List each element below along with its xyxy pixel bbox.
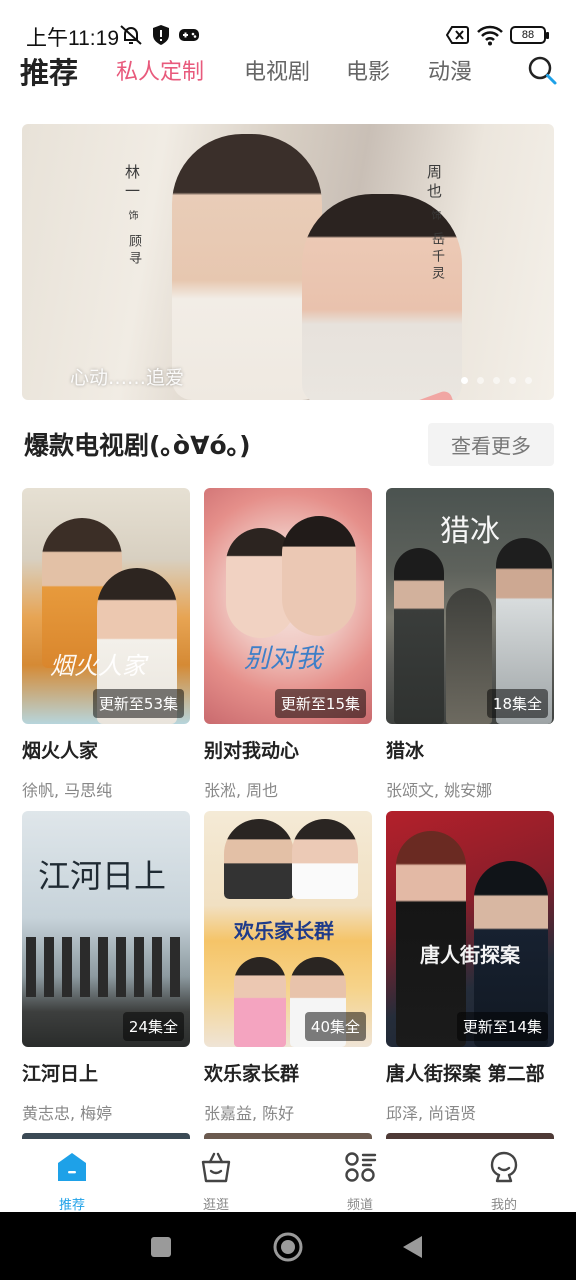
poster-title-text: 别对我 (244, 644, 323, 674)
drama-cast: 张嘉益, 陈好 (204, 1104, 295, 1123)
basket-icon (201, 1152, 231, 1183)
banner-actor-image (172, 134, 322, 400)
drama-title: 猎冰 (386, 740, 425, 762)
tab-personal[interactable]: 私人定制 (116, 54, 204, 86)
nav-profile[interactable]: 我的 (464, 1150, 544, 1213)
drama-poster: 猎冰 18集全 (386, 488, 554, 724)
status-bar: 上午11:19 88 (0, 0, 576, 50)
drama-card[interactable]: 猎冰 18集全 猎冰 张颂文, 姚安娜 (386, 488, 554, 801)
episode-badge: 更新至15集 (274, 689, 366, 718)
gamepad-icon (178, 22, 200, 48)
search-icon (528, 56, 557, 85)
banner-credit-right-character: 岳千灵 (429, 232, 444, 283)
banner-credit-left-role: 饰 (126, 210, 137, 224)
banner-actress-image (302, 194, 462, 400)
drama-cast: 张淞, 周也 (204, 781, 279, 800)
poster-title-text: 唐人街探案 (420, 943, 520, 967)
banner-credit-right-name: 周也 (425, 164, 443, 202)
drama-card[interactable]: 唐人街探案 更新至14集 唐人街探案 第二部 邱泽, 尚语贤 (386, 811, 554, 1124)
banner-dot[interactable] (525, 377, 532, 384)
crowd-silhouette (26, 937, 186, 997)
home-icon (58, 1153, 86, 1181)
nav-label: 逛逛 (202, 1198, 229, 1213)
episode-badge: 更新至53集 (92, 689, 184, 718)
nav-label: 我的 (490, 1198, 517, 1213)
banner-credit-left-name: 林一 (123, 164, 141, 202)
drama-title: 别对我动心 (204, 740, 300, 762)
featured-banner[interactable]: 林一 饰 顾寻 周也 饰 岳千灵 心动……追爱 (22, 124, 554, 400)
episode-badge: 更新至14集 (456, 1012, 548, 1041)
nav-label: 频道 (346, 1198, 373, 1213)
shield-icon (152, 22, 170, 48)
channels-icon (345, 1152, 377, 1182)
section-title: 爆款电视剧(｡ò∀ó｡) (24, 431, 251, 460)
drama-cast: 邱泽, 尚语贤 (386, 1104, 477, 1123)
drama-title: 欢乐家长群 (204, 1063, 300, 1085)
banner-dot[interactable] (461, 377, 468, 384)
nav-recommend[interactable]: 推荐 (32, 1150, 112, 1213)
drama-title: 江河日上 (22, 1063, 99, 1085)
tab-movies[interactable]: 电影 (346, 54, 390, 86)
banner-dot[interactable] (509, 377, 516, 384)
banner-dot[interactable] (477, 377, 484, 384)
bottom-navigation: 推荐 逛逛 频道 我的 (0, 1140, 576, 1213)
drama-poster: 江河日上 24集全 (22, 811, 190, 1047)
drama-cast: 黄志忠, 梅婷 (22, 1104, 113, 1123)
drama-card[interactable]: 烟火人家 更新至53集 烟火人家 徐帆, 马思纯 (22, 488, 190, 801)
battery-indicator: 88 (510, 26, 549, 44)
back-triangle-icon[interactable] (398, 1232, 428, 1262)
banner-credit-right-role: 饰 (429, 210, 440, 224)
drama-poster: 欢乐家长群 40集全 (204, 811, 372, 1047)
drama-card[interactable]: 江河日上 24集全 江河日上 黄志忠, 梅婷 (22, 811, 190, 1124)
episode-badge: 40集全 (304, 1012, 366, 1041)
tab-tv-series[interactable]: 电视剧 (244, 54, 310, 86)
profile-icon (490, 1151, 518, 1183)
poster-title-text: 猎冰 (440, 514, 500, 549)
poster-title-text: 江河日上 (38, 857, 167, 895)
next-row-poster-edge (386, 1133, 554, 1139)
search-button[interactable] (526, 54, 558, 86)
nav-channels[interactable]: 频道 (320, 1150, 400, 1213)
tab-anime[interactable]: 动漫 (428, 54, 472, 86)
system-navigation-bar (0, 1212, 576, 1280)
episode-badge: 24集全 (122, 1012, 184, 1041)
banner-dot[interactable] (493, 377, 500, 384)
drama-cast: 徐帆, 马思纯 (22, 781, 113, 800)
next-row-poster-edge (22, 1133, 190, 1139)
mute-notification-icon (118, 22, 144, 48)
recent-apps-icon[interactable] (146, 1232, 176, 1262)
nav-browse[interactable]: 逛逛 (176, 1150, 256, 1213)
banner-credit-left-character: 顾寻 (126, 234, 141, 268)
top-navigation: 推荐 私人定制 电视剧 电影 动漫 (0, 48, 576, 96)
drama-poster: 烟火人家 更新至53集 (22, 488, 190, 724)
poster-title-text: 欢乐家长群 (234, 919, 334, 943)
banner-pagination (461, 377, 532, 384)
drama-card[interactable]: 别对我 更新至15集 别对我动心 张淞, 周也 (204, 488, 372, 801)
tab-recommend-title[interactable]: 推荐 (20, 50, 78, 92)
sim-off-icon (446, 22, 470, 48)
banner-caption: 心动……追爱 (70, 367, 185, 389)
drama-card[interactable]: 欢乐家长群 40集全 欢乐家长群 张嘉益, 陈好 (204, 811, 372, 1124)
view-more-button[interactable]: 查看更多 (428, 423, 554, 466)
poster-title-text: 烟火人家 (50, 652, 146, 680)
drama-title: 烟火人家 (22, 740, 99, 762)
wifi-icon (476, 22, 504, 48)
drama-title: 唐人街探案 第二部 (386, 1063, 545, 1085)
next-row-poster-edge (204, 1133, 372, 1139)
drama-poster: 别对我 更新至15集 (204, 488, 372, 724)
drama-poster: 唐人街探案 更新至14集 (386, 811, 554, 1047)
home-circle-icon[interactable] (272, 1231, 304, 1263)
drama-cast: 张颂文, 姚安娜 (386, 781, 493, 800)
episode-badge: 18集全 (486, 689, 548, 718)
nav-label: 推荐 (58, 1198, 85, 1213)
